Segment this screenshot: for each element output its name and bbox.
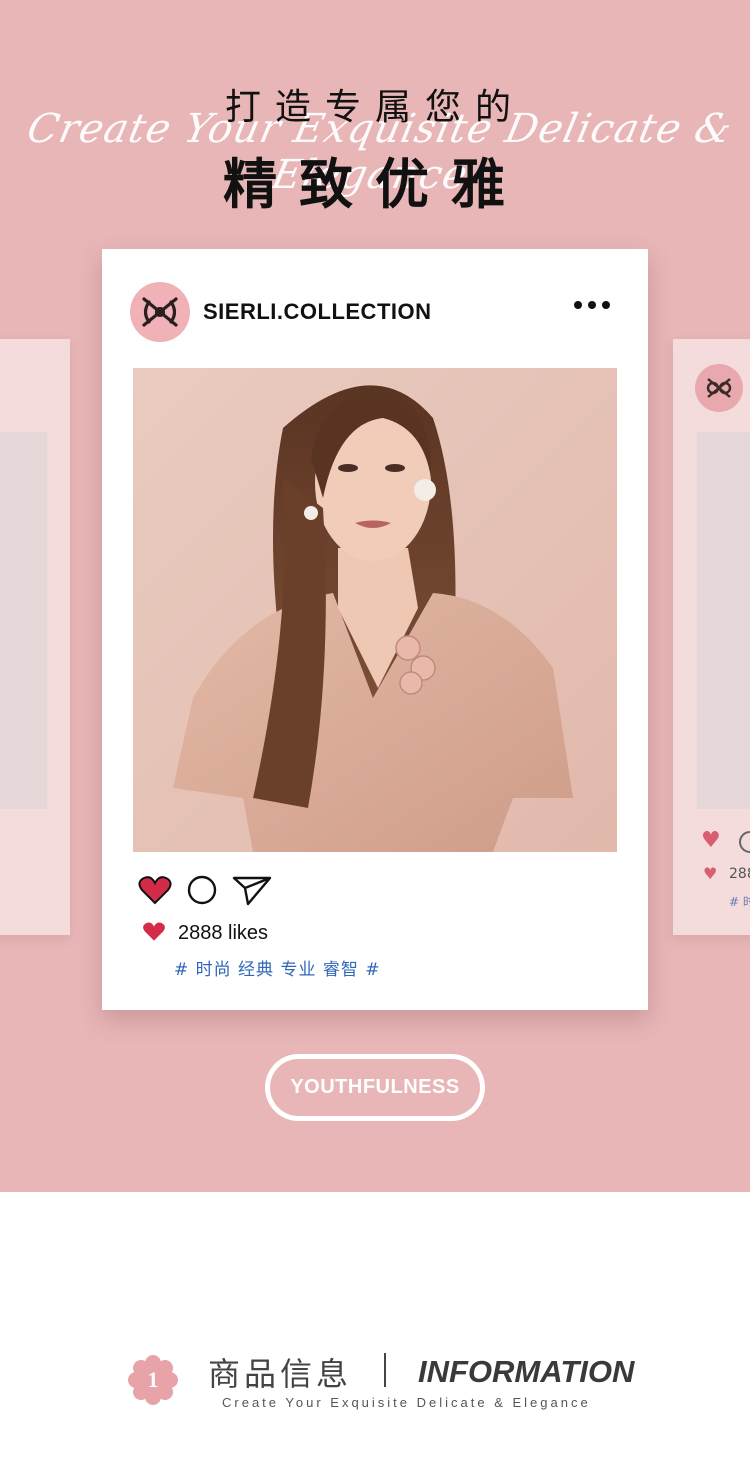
comment-icon[interactable] [186, 874, 218, 910]
info-title-en: INFORMATION [418, 1354, 635, 1389]
side-avatar-icon [695, 364, 743, 412]
likes-row: 2888 likes [142, 921, 268, 946]
flower-number-icon: 1 [128, 1355, 178, 1405]
info-title-cn: 商品信息 [208, 1355, 353, 1393]
youthfulness-label: YOUTHFULNESS [270, 1059, 480, 1116]
model-photo [133, 368, 617, 852]
post-card: SIERLI.COLLECTION 2888 likes # 时尚 经典 专业 … [102, 249, 648, 1010]
hashtags[interactable]: # 时尚 经典 专业 睿智 # [174, 955, 381, 980]
heart-icon[interactable] [138, 875, 172, 909]
side-heart-icon: ♥ [701, 828, 721, 853]
info-divider [384, 1353, 386, 1387]
side-like-heart-icon: ♥ [703, 864, 718, 883]
side-card-left [0, 339, 70, 935]
side-comment-icon [739, 831, 750, 853]
post-actions [138, 874, 272, 910]
side-tag: # 时 [729, 895, 750, 909]
youthfulness-badge: YOUTHFULNESS [265, 1054, 485, 1121]
hero-section: 打造专属您的 Create Your Exquisite Delicate & … [0, 0, 750, 1192]
sierli-monogram-logo-icon[interactable] [130, 282, 190, 342]
info-section: 1 商品信息 INFORMATION Create Your Exquisite… [0, 1192, 750, 1461]
send-icon[interactable] [232, 874, 272, 910]
hero-title-line1: 打造专属您的 [224, 87, 525, 128]
side-likes: 288 [729, 866, 750, 882]
like-heart-icon [142, 921, 166, 946]
side-card-left-image [0, 432, 47, 809]
side-card-right: ♥ ♥ 288 # 时 [673, 339, 750, 935]
info-subtitle: Create Your Exquisite Delicate & Eleganc… [222, 1395, 591, 1410]
section-number: 1 [148, 1367, 159, 1392]
side-card-right-image [697, 432, 750, 809]
more-dots-icon[interactable] [574, 301, 610, 309]
hero-title-line2: 精致优雅 [223, 153, 527, 216]
likes-count[interactable]: 2888 likes [178, 922, 268, 945]
post-username[interactable]: SIERLI.COLLECTION [203, 299, 432, 325]
